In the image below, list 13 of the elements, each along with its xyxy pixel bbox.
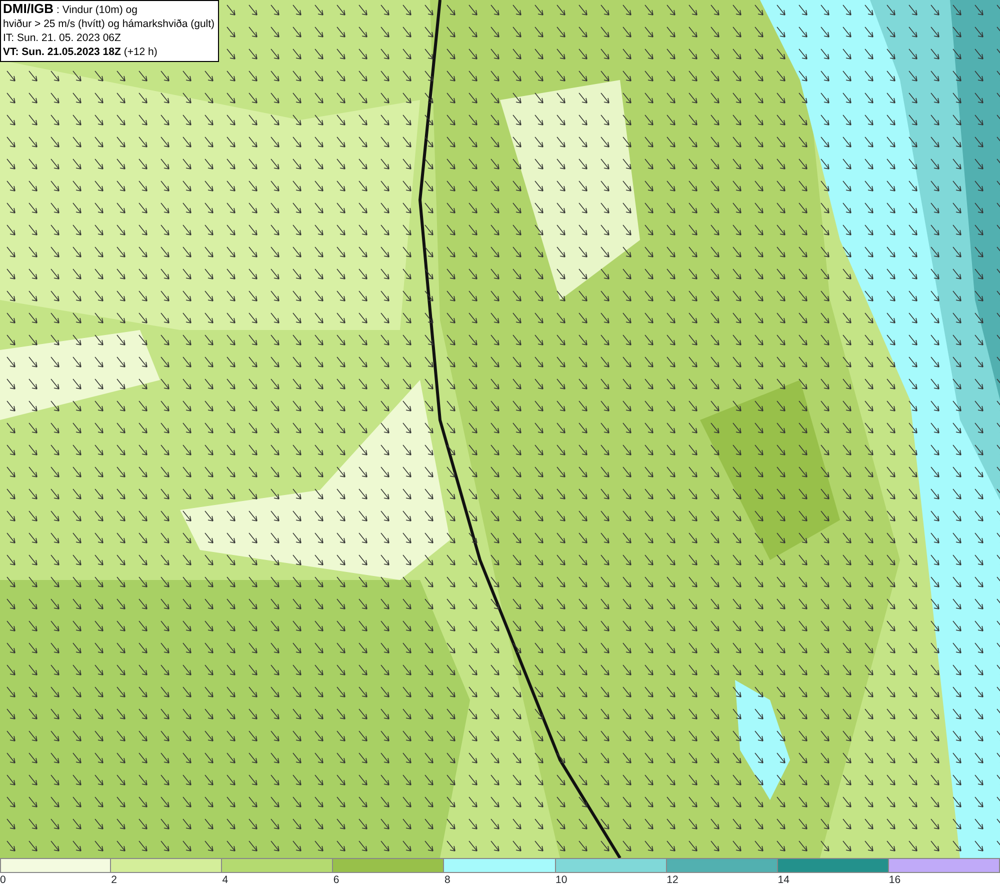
legend-value: 2 <box>110 873 117 887</box>
title-line: hviður > 25 m/s (hvítt) og hámarkshviða (gult) <box>3 17 215 31</box>
legend-value: 10 <box>554 873 568 887</box>
legend-value: 16 <box>888 873 901 887</box>
legend-value: 8 <box>443 873 450 887</box>
legend-value: 0 <box>0 873 6 887</box>
legend-value: 12 <box>666 873 678 887</box>
legend-value: 6 <box>332 873 340 887</box>
title-line: DMI/IGB : Vindur (10m) og <box>3 2 138 17</box>
title-line: IT: Sun. 21. 05. 2023 06Z <box>3 31 121 45</box>
legend-value: 4 <box>221 873 228 887</box>
title-line: VT: Sun. 21.05.2023 18Z (+12 h) <box>3 45 158 59</box>
legend-value: 14 <box>776 873 790 887</box>
